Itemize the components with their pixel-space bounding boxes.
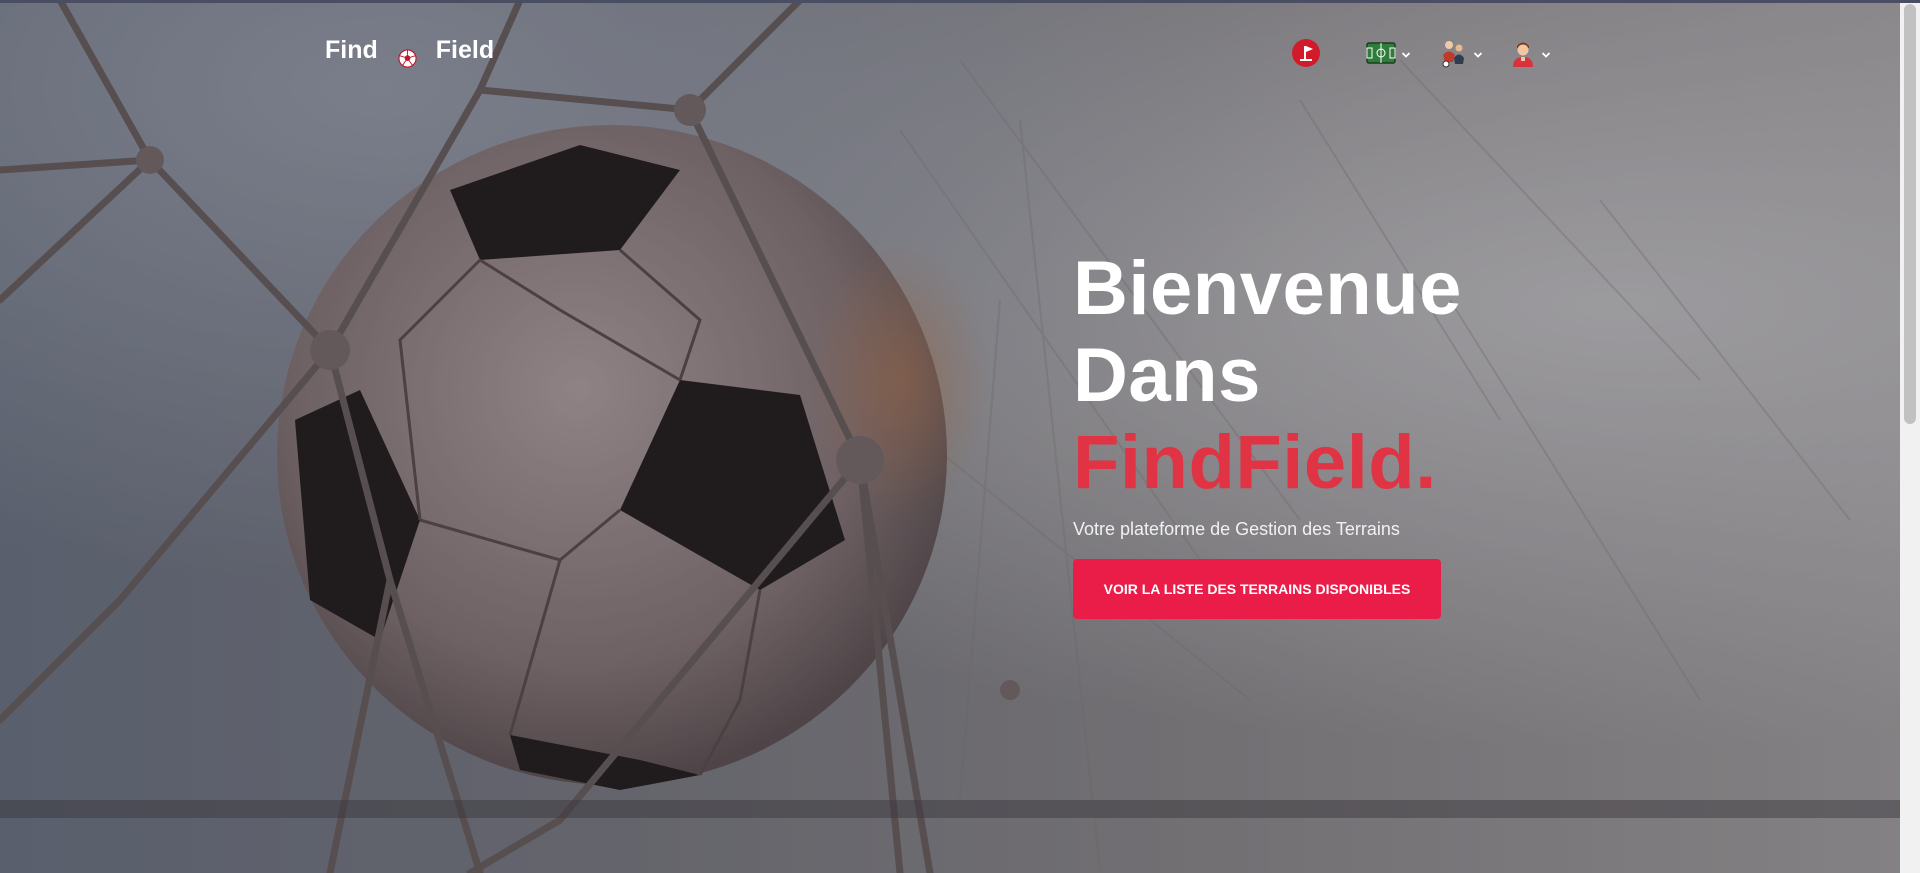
view-available-fields-button[interactable]: VOIR LA LISTE DES TERRAINS DISPONIBLES [1073, 559, 1441, 619]
nav-item-user[interactable] [1510, 38, 1551, 72]
headline-line-1: Bienvenue [1073, 246, 1462, 331]
window-top-border [0, 0, 1920, 3]
hero-section: Bienvenue Dans FindField. Votre platefor… [1073, 245, 1773, 619]
chevron-down-icon [1473, 52, 1483, 58]
hero-headline: Bienvenue Dans FindField. [1073, 245, 1773, 506]
chevron-down-icon [1541, 52, 1551, 58]
flag-icon [1291, 38, 1321, 72]
nav-menu [1291, 38, 1551, 72]
vertical-scrollbar[interactable] [1900, 0, 1920, 873]
hero-tagline: Votre plateforme de Gestion des Terrains [1073, 519, 1400, 539]
pitch-icon [1366, 42, 1396, 68]
top-navbar: Find Field [0, 0, 1900, 100]
nav-item-flag[interactable] [1291, 38, 1321, 72]
brand-word-field: Field [435, 36, 495, 64]
soccer-ball-icon [398, 46, 417, 68]
user-avatar-icon [1510, 38, 1536, 72]
brand-logo-link[interactable]: Find Field [325, 36, 495, 68]
nav-item-pitch[interactable] [1366, 42, 1411, 68]
headline-brand-name: FindField. [1073, 420, 1437, 505]
scrollbar-thumb[interactable] [1904, 4, 1916, 424]
page: Find Field Bienvenue Dans FindField. Vot… [0, 0, 1920, 873]
headline-line-2: Dans [1073, 333, 1261, 418]
nav-item-players[interactable] [1438, 38, 1483, 72]
chevron-down-icon [1401, 52, 1411, 58]
players-icon [1438, 38, 1468, 72]
brand-word-find: Find [325, 36, 378, 64]
